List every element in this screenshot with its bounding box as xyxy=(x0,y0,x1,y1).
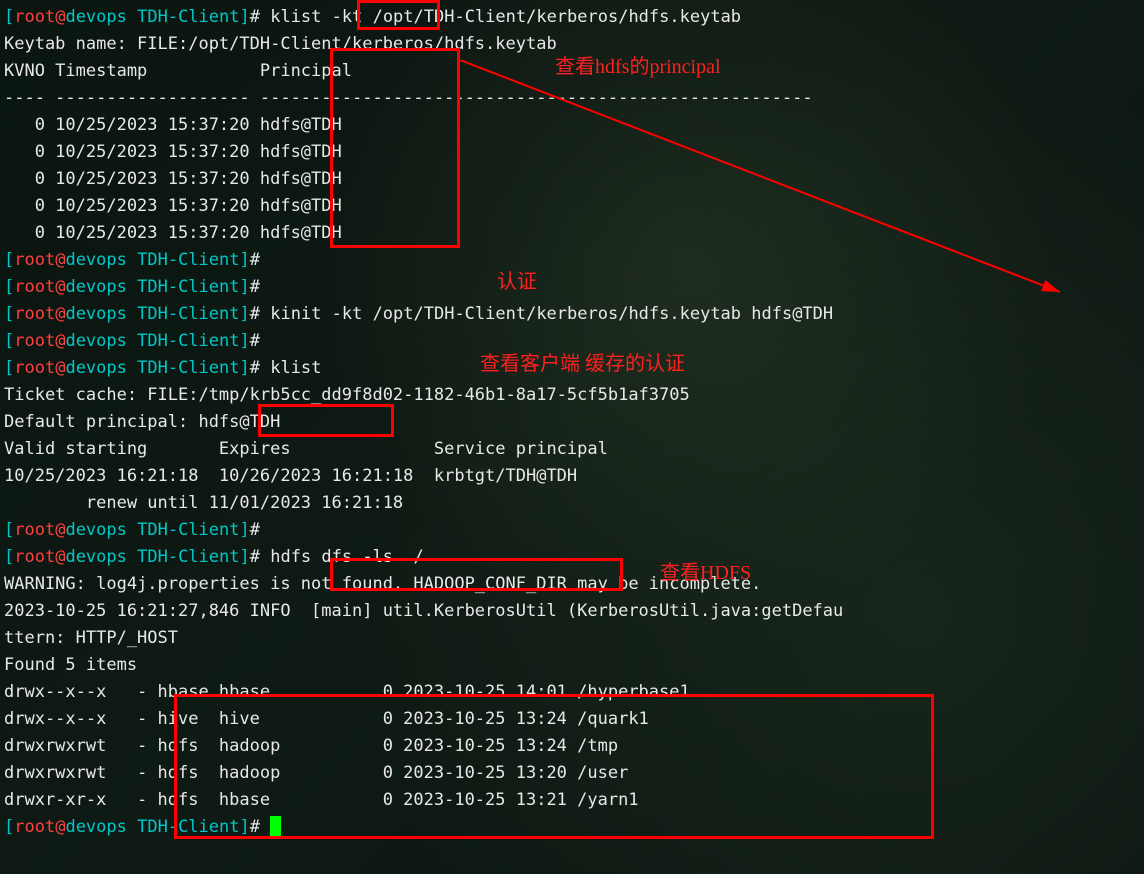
dashes: ---- ------------------- ---------------… xyxy=(4,85,1140,112)
kvno-row: 0 10/25/2023 15:37:20 hdfs@TDH xyxy=(4,112,1140,139)
ls-row: drwx--x--x - hbase hbase 0 2023-10-25 14… xyxy=(4,679,1140,706)
valid-row: 10/25/2023 16:21:18 10/26/2023 16:21:18 … xyxy=(4,463,1140,490)
cmd-kinit: kinit -kt /opt/TDH-Client/kerberos/hdfs.… xyxy=(270,304,833,324)
kvno-row: 0 10/25/2023 15:37:20 hdfs@TDH xyxy=(4,193,1140,220)
ticket-cache: Ticket cache: FILE:/tmp/krb5cc_dd9f8d02-… xyxy=(4,382,1140,409)
ls-row: drwxrwxrwt - hdfs hadoop 0 2023-10-25 13… xyxy=(4,733,1140,760)
kvno-header: KVNO Timestamp Principal xyxy=(4,58,1140,85)
warn: WARNING: log4j.properties is not found. … xyxy=(4,571,1140,598)
ls-row: drwx--x--x - hive hive 0 2023-10-25 13:2… xyxy=(4,706,1140,733)
kvno-row: 0 10/25/2023 15:37:20 hdfs@TDH xyxy=(4,139,1140,166)
valid-header: Valid starting Expires Service principal xyxy=(4,436,1140,463)
line-1: [root@devops TDH-Client]# klist -kt /opt… xyxy=(4,4,1140,31)
empty-prompt: [root@devops TDH-Client]# xyxy=(4,517,1140,544)
cursor-icon xyxy=(270,816,281,838)
hdfs-line: [root@devops TDH-Client]# hdfs dfs -ls / xyxy=(4,544,1140,571)
kvno-row: 0 10/25/2023 15:37:20 hdfs@TDH xyxy=(4,220,1140,247)
kvno-row: 0 10/25/2023 15:37:20 hdfs@TDH xyxy=(4,166,1140,193)
ttern: ttern: HTTP/_HOST xyxy=(4,625,1140,652)
final-prompt[interactable]: [root@devops TDH-Client]# xyxy=(4,814,1140,841)
empty-prompt: [root@devops TDH-Client]# xyxy=(4,274,1140,301)
cmd-klist: klist xyxy=(270,358,321,378)
empty-prompt: [root@devops TDH-Client]# xyxy=(4,247,1140,274)
cmd-hdfs: hdfs dfs -ls / xyxy=(270,547,424,567)
ls-row: drwxr-xr-x - hdfs hbase 0 2023-10-25 13:… xyxy=(4,787,1140,814)
kinit-line: [root@devops TDH-Client]# kinit -kt /opt… xyxy=(4,301,1140,328)
renew-row: renew until 11/01/2023 16:21:18 xyxy=(4,490,1140,517)
keytab-name: Keytab name: FILE:/opt/TDH-Client/kerber… xyxy=(4,31,1140,58)
found: Found 5 items xyxy=(4,652,1140,679)
cmd-klist-kt: klist -kt /opt/TDH-Client/kerberos/hdfs.… xyxy=(270,7,741,27)
default-principal: Default principal: hdfs@TDH xyxy=(4,409,1140,436)
empty-prompt: [root@devops TDH-Client]# xyxy=(4,328,1140,355)
ls-row: drwxrwxrwt - hdfs hadoop 0 2023-10-25 13… xyxy=(4,760,1140,787)
klist-line: [root@devops TDH-Client]# klist xyxy=(4,355,1140,382)
info: 2023-10-25 16:21:27,846 INFO [main] util… xyxy=(4,598,1140,625)
